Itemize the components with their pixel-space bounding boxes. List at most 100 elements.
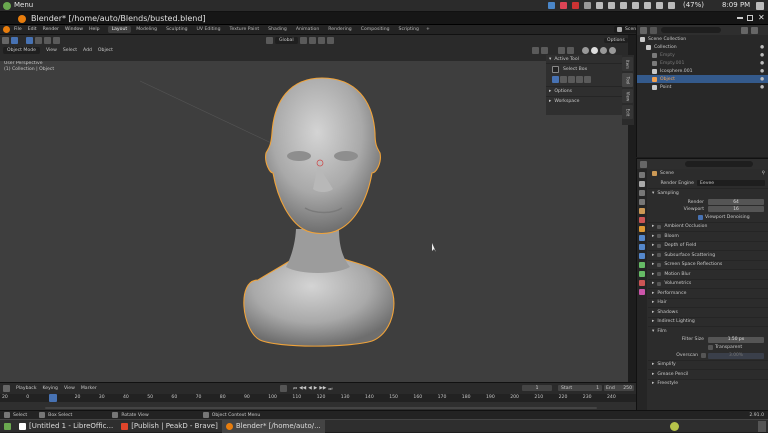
task-blender[interactable]: Blender* [/home/auto/... [221, 419, 325, 433]
viewport-samples-field[interactable]: 16 [708, 206, 764, 212]
panel-header[interactable]: ▸ Shadows [648, 307, 768, 317]
files-tray-icon[interactable] [584, 2, 591, 9]
denoising-checkbox[interactable] [698, 214, 703, 220]
panel-header[interactable]: ▸ Motion Blur [648, 269, 768, 279]
workspace-heading[interactable]: Workspace [554, 99, 579, 104]
tab-compositing[interactable]: Compositing [357, 26, 394, 33]
panel-header[interactable]: ▸ Indirect Lighting [648, 316, 768, 327]
tab-rendering[interactable]: Rendering [324, 26, 355, 33]
outliner-item[interactable]: Object ● [637, 75, 768, 83]
power-icon[interactable] [756, 2, 764, 10]
display-mode-icon[interactable] [650, 26, 657, 34]
tab-shading[interactable]: Shading [264, 26, 291, 33]
prev-key-icon[interactable]: ◀◀ [299, 386, 306, 391]
overscan-checkbox[interactable] [701, 353, 706, 358]
render-tab-icon[interactable] [639, 181, 645, 187]
panel-header[interactable]: ▸ Screen Space Reflections [648, 259, 768, 270]
tab-tool[interactable]: Tool [622, 73, 633, 87]
orientation-dropdown[interactable]: Global [275, 37, 298, 44]
pivot-icon[interactable] [299, 37, 307, 44]
viewport-menu-object[interactable]: Object [98, 48, 113, 53]
properties-editor-icon[interactable] [640, 160, 647, 168]
current-frame-field[interactable]: 1 [522, 385, 552, 391]
expand-arrow-icon[interactable]: ▾ [549, 57, 551, 62]
editor-type-icon[interactable] [2, 37, 9, 44]
eye-icon[interactable]: ● [760, 45, 764, 50]
active-tool-heading[interactable]: Active Tool [554, 57, 579, 62]
timeline-scrollbar[interactable] [45, 407, 597, 409]
panel-header[interactable]: ▸ Freestyle [648, 378, 768, 389]
mode-intersect-icon[interactable] [53, 37, 60, 44]
system-menu-label[interactable]: Menu [14, 1, 33, 9]
filter-size-field[interactable]: 1.50 px [708, 336, 764, 343]
select-box-icon[interactable] [552, 66, 559, 73]
viewport-3d[interactable]: User Perspective (1) Collection | Object [0, 61, 628, 382]
timeline-menu-keying[interactable]: Keying [43, 386, 58, 391]
properties-search-input[interactable] [685, 161, 753, 167]
box-mode-invert-icon[interactable] [576, 76, 583, 83]
menu-help[interactable]: Help [89, 27, 99, 32]
tab-layout[interactable]: Layout [107, 26, 132, 33]
modifier-tab-icon[interactable] [639, 235, 645, 241]
volume-icon[interactable] [656, 2, 663, 9]
collapse-arrow-icon[interactable]: ▸ [549, 99, 551, 104]
next-key-icon[interactable]: ▶▶ [319, 386, 326, 391]
pin-icon[interactable]: ⚲ [762, 171, 765, 176]
tool-tab-icon[interactable] [639, 172, 645, 178]
bust-model[interactable] [0, 61, 628, 382]
shading-material-icon[interactable] [600, 47, 607, 54]
section-checkbox[interactable] [657, 272, 662, 277]
play-reverse-icon[interactable]: ◀ [308, 386, 312, 391]
jump-end-icon[interactable]: ⏭ [328, 386, 332, 392]
options-dropdown[interactable]: Options [604, 38, 628, 43]
outliner-search-input[interactable] [661, 27, 721, 33]
wifi-icon[interactable] [644, 2, 651, 9]
eye-icon[interactable]: ● [760, 77, 764, 82]
outliner-item[interactable]: Point ● [637, 83, 768, 91]
eye-icon[interactable]: ● [760, 69, 764, 74]
tab-view[interactable]: View [622, 89, 633, 103]
filter-icon[interactable] [741, 26, 748, 34]
new-collection-icon[interactable] [751, 26, 758, 34]
outliner-item[interactable]: Empty.001 ● [637, 59, 768, 67]
app-tray-icon[interactable] [560, 2, 567, 9]
section-checkbox[interactable] [657, 234, 662, 239]
box-mode-subtract-icon[interactable] [568, 76, 575, 83]
gizmo-icon[interactable] [541, 47, 548, 54]
network-icon[interactable] [548, 2, 555, 9]
object-mode-dropdown[interactable]: Object Mode [3, 47, 40, 54]
tab-scripting[interactable]: Scripting [395, 26, 423, 33]
overscan-field[interactable]: 3.00% [708, 352, 764, 359]
workspace-switcher-icon[interactable] [4, 422, 11, 430]
constraints-tab-icon[interactable] [639, 262, 645, 268]
panel-header[interactable]: ▸ Volumetrics [648, 278, 768, 289]
section-checkbox[interactable] [657, 243, 662, 248]
proportional-edit-icon[interactable] [326, 37, 334, 44]
mode-new-icon[interactable] [26, 37, 33, 44]
mode-subtract-icon[interactable] [44, 37, 51, 44]
shading-solid-icon[interactable] [591, 47, 598, 54]
timeline-menu-playback[interactable]: Playback [16, 386, 37, 391]
play-icon[interactable]: ▶ [314, 386, 318, 391]
mode-extend-icon[interactable] [35, 37, 42, 44]
shading-wireframe-icon[interactable] [582, 47, 589, 54]
snap-icon[interactable] [308, 37, 316, 44]
eye-icon[interactable]: ● [760, 61, 764, 66]
sampling-header[interactable]: ▾ Sampling [648, 188, 768, 198]
film-header[interactable]: ▾ Film [648, 326, 768, 336]
panel-header[interactable]: ▸ Performance [648, 288, 768, 298]
render-engine-dropdown[interactable]: Eevee [697, 180, 765, 186]
outliner-item[interactable]: Collection ● [637, 43, 768, 51]
tab-texture-paint[interactable]: Texture Paint [226, 26, 264, 33]
panel-header[interactable]: ▸ Ambient Occlusion [648, 221, 768, 232]
outliner-item[interactable]: Scene Collection [637, 35, 768, 43]
particles-tab-icon[interactable] [639, 244, 645, 250]
panel-header[interactable]: ▸ Subsurface Scattering [648, 250, 768, 260]
menu-window[interactable]: Window [65, 27, 83, 32]
material-tab-icon[interactable] [639, 280, 645, 286]
update-icon[interactable] [608, 2, 615, 9]
battery-icon[interactable] [668, 2, 675, 9]
tab-edit[interactable]: Edit [622, 105, 633, 119]
view-layer-tab-icon[interactable] [639, 199, 645, 205]
options-heading[interactable]: Options [554, 89, 572, 94]
